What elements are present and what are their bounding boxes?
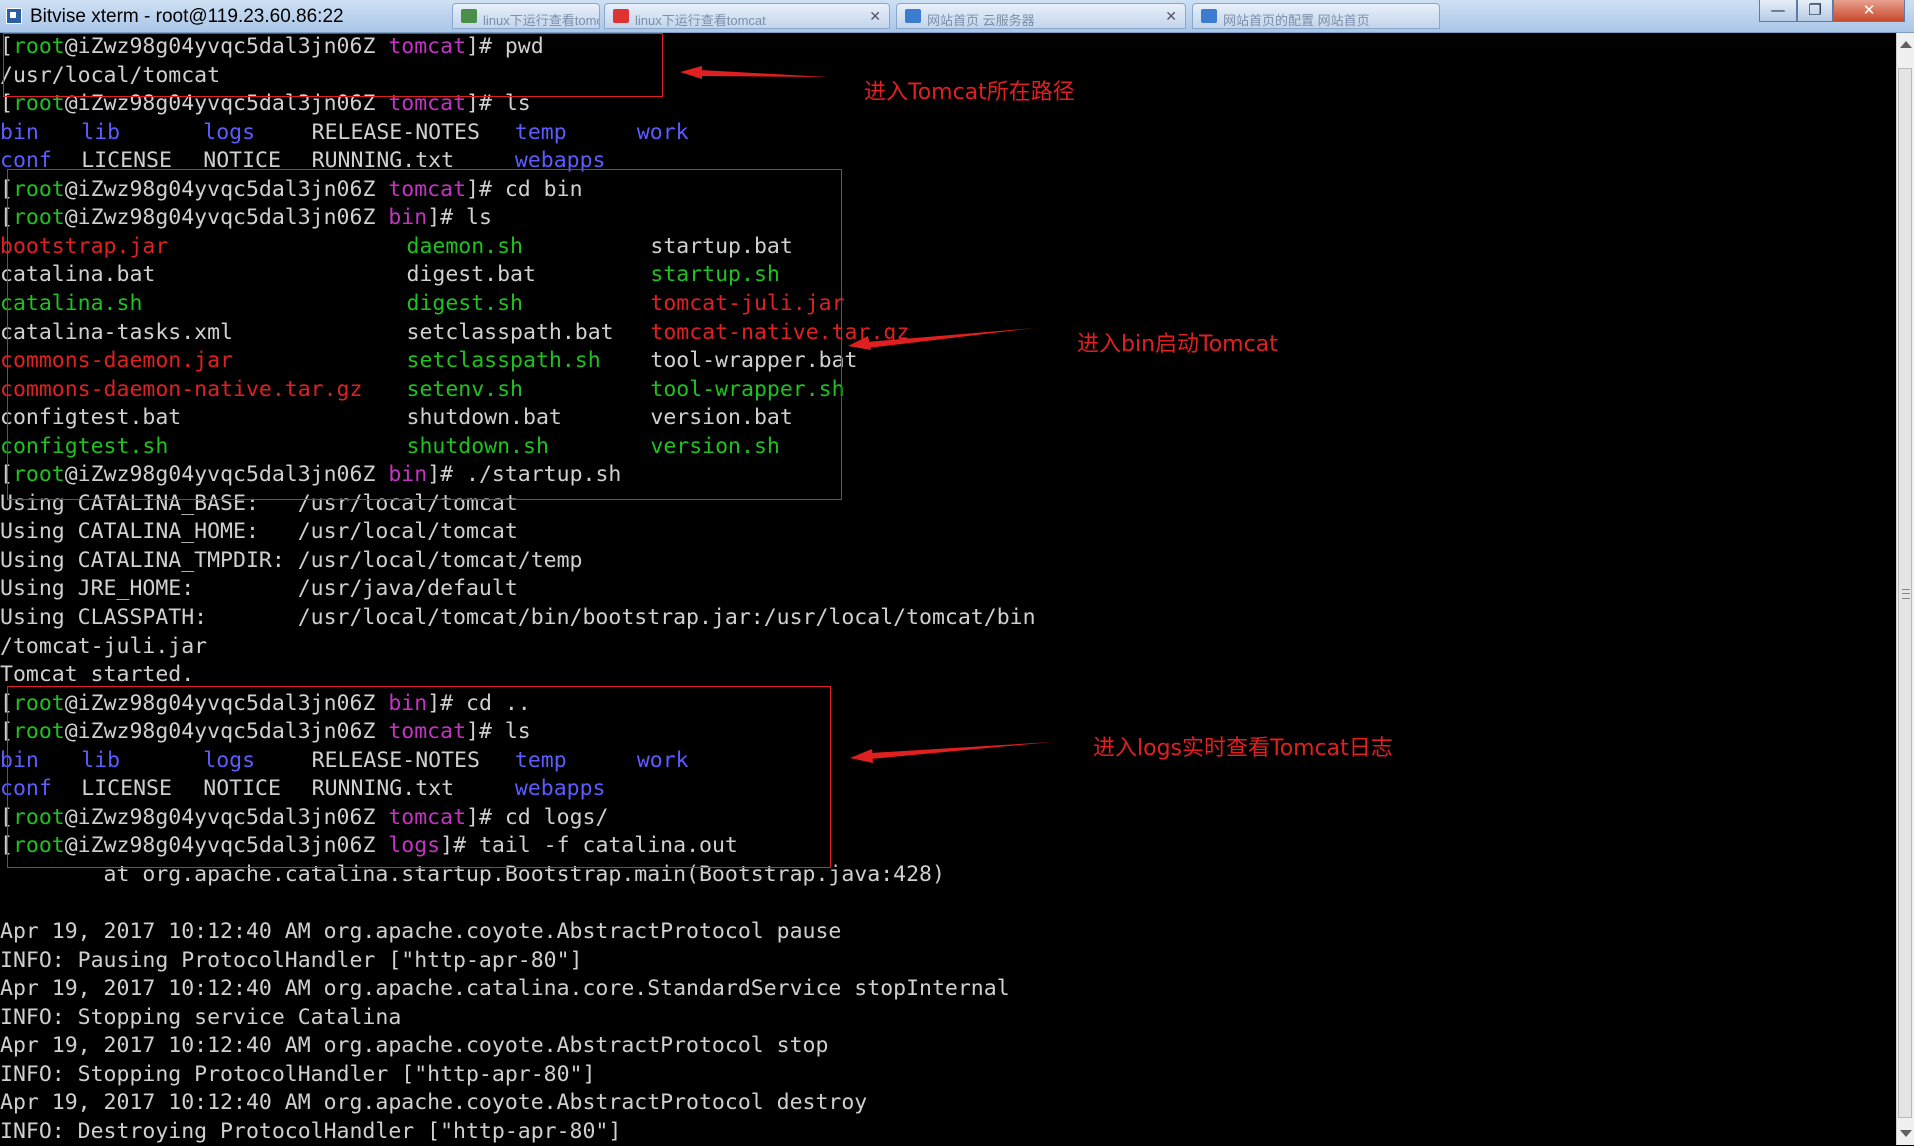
terminal-text-segment: Apr 19, 2017 10:12:40 AM org.apache.cata… [0, 976, 1010, 1002]
terminal-text-segment: INFO: Pausing ProtocolHandler ["http-apr… [0, 947, 583, 973]
browser-icon [1201, 9, 1217, 23]
terminal-line: Apr 19, 2017 10:12:40 AM org.apache.cata… [0, 975, 1890, 1003]
background-tab-label: 网站首页 云服务器 [927, 13, 1035, 28]
terminal-listing-entry: work [636, 119, 689, 145]
terminal-line: /tomcat-juli.jar [0, 633, 1890, 661]
terminal-line: Apr 19, 2017 10:12:40 AM org.apache.coyo… [0, 1089, 1890, 1117]
background-tab-label: 网站首页的配置 网站首页 [1223, 13, 1370, 28]
terminal-listing-entry: lib [81, 119, 121, 145]
terminal-text-segment: Tomcat started. [0, 662, 195, 688]
terminal-line: Using CATALINA_TMPDIR: /usr/local/tomcat… [0, 547, 1890, 575]
terminal-text-segment: INFO: Destroying ProtocolHandler ["http-… [0, 1118, 622, 1144]
terminal-line: INFO: Stopping service Catalina [0, 1004, 1890, 1032]
annotation-box-pwd [3, 33, 663, 97]
tab-close-icon[interactable]: ✕ [869, 8, 881, 25]
terminal-line: Apr 19, 2017 10:12:40 AM org.apache.coyo… [0, 918, 1890, 946]
browser-icon [905, 9, 921, 23]
terminal-line: INFO: Stopping ProtocolHandler ["http-ap… [0, 1061, 1890, 1089]
terminal-text-segment: Using JRE_HOME: /usr/java/default [0, 576, 518, 602]
terminal-listing-entry: temp [514, 119, 567, 145]
terminal-listing-entry: bin [0, 119, 39, 145]
annotation-box-startup [7, 169, 842, 500]
terminal-line: Using CLASSPATH: /usr/local/tomcat/bin/b… [0, 604, 1890, 632]
terminal-text-segment: INFO: Stopping service Catalina [0, 1004, 402, 1030]
background-tab[interactable]: linux下运行查看tomcat [452, 3, 600, 29]
annotation-label: 进入Tomcat所在路径 [864, 80, 1075, 105]
scroll-grip-icon [1902, 589, 1910, 599]
terminal-text-segment: Using CATALINA_TMPDIR: /usr/local/tomcat… [0, 547, 583, 573]
terminal-line: Apr 19, 2017 10:12:40 AM org.apache.coyo… [0, 1032, 1890, 1060]
window-title: Bitvise xterm - root@119.23.60.86:22 [30, 6, 344, 27]
background-tab[interactable]: linux下运行查看tomcat ✕ [604, 3, 890, 29]
terminal-text-segment: Apr 19, 2017 10:12:40 AM org.apache.coyo… [0, 1090, 868, 1116]
terminal-line: Using JRE_HOME: /usr/java/default [0, 575, 1890, 603]
annotation-label: 进入logs实时查看Tomcat日志 [1093, 736, 1393, 761]
background-tab-label: linux下运行查看tomcat [635, 13, 766, 28]
scroll-up-arrow-icon[interactable] [1900, 41, 1912, 48]
terminal-text-segment: /tomcat-juli.jar [0, 633, 208, 659]
terminal-text-segment: INFO: Stopping ProtocolHandler ["http-ap… [0, 1061, 596, 1087]
terminal-line: Using CATALINA_HOME: /usr/local/tomcat [0, 518, 1890, 546]
minimize-button[interactable]: — [1759, 0, 1797, 22]
terminal-line: Tomcat started. [0, 661, 1890, 689]
scroll-thumb[interactable] [1898, 68, 1912, 1118]
maximize-button[interactable]: ❐ [1797, 0, 1833, 22]
background-tab-label: linux下运行查看tomcat [483, 13, 599, 28]
terminal-text-segment: Apr 19, 2017 10:12:40 AM org.apache.coyo… [0, 1033, 829, 1059]
terminal-line: bin lib logs RELEASE-NOTES temp work [0, 119, 1890, 147]
terminal-line: INFO: Pausing ProtocolHandler ["http-apr… [0, 947, 1890, 975]
annotation-label: 进入bin启动Tomcat [1077, 332, 1278, 357]
terminal-listing-entry: logs [203, 119, 256, 145]
terminal-text-segment: Using CLASSPATH: /usr/local/tomcat/bin/b… [0, 605, 1036, 630]
terminal-text-segment: Using CATALINA_HOME: /usr/local/tomcat [0, 519, 518, 545]
image-icon [461, 9, 477, 23]
terminal-line: INFO: Destroying ProtocolHandler ["http-… [0, 1118, 1890, 1146]
terminal-listing-entry: RELEASE-NOTES [311, 119, 480, 145]
background-tab[interactable]: 网站首页的配置 网站首页 [1192, 3, 1440, 29]
scroll-down-arrow-icon[interactable] [1900, 1130, 1912, 1137]
vertical-scrollbar[interactable] [1896, 33, 1914, 1145]
terminal-app-icon [6, 8, 22, 24]
tab-close-icon[interactable]: ✕ [1165, 8, 1177, 25]
window-title-bar[interactable]: Bitvise xterm - root@119.23.60.86:22 lin… [0, 0, 1914, 33]
background-tab[interactable]: 网站首页 云服务器 ✕ [896, 3, 1186, 29]
close-button[interactable]: ✕ [1833, 0, 1905, 22]
csdn-icon [613, 9, 629, 23]
terminal-text-segment: Apr 19, 2017 10:12:40 AM org.apache.coyo… [0, 919, 842, 945]
annotation-box-logs [7, 686, 831, 868]
